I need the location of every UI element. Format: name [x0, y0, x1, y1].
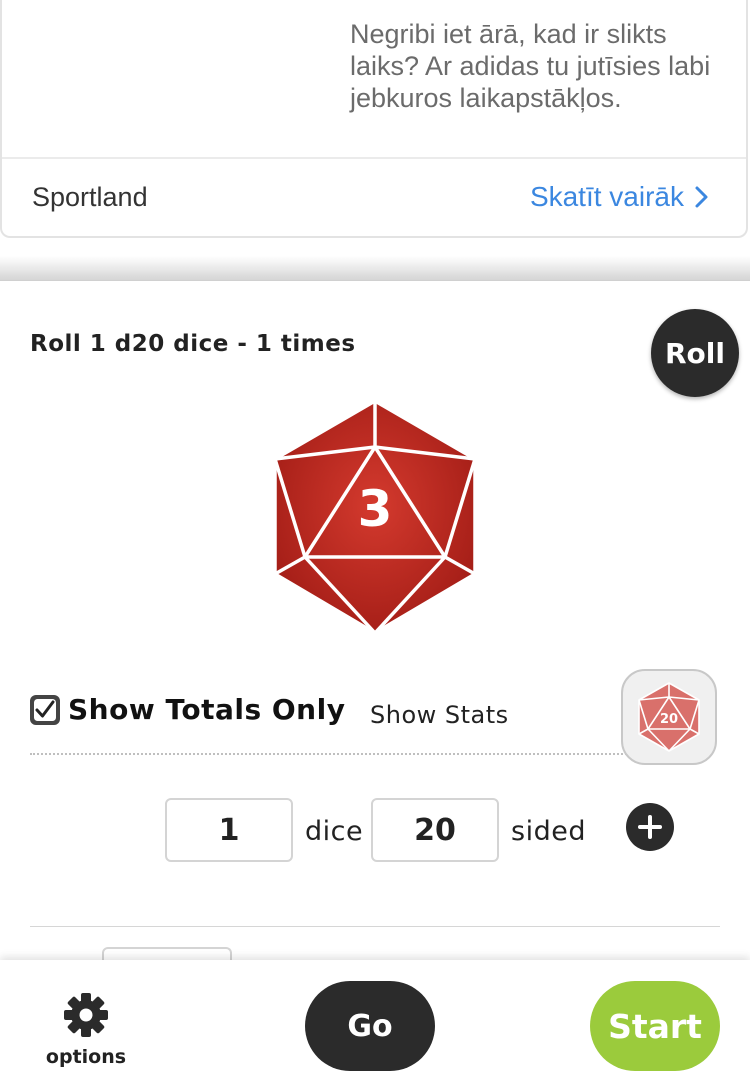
- ad-card[interactable]: Negribi iet ārā, kad ir slikts laiks? Ar…: [0, 0, 748, 238]
- ad-brand: Sportland: [32, 182, 148, 212]
- bottom-toolbar: options Go Start: [0, 960, 750, 1080]
- section-divider: [30, 926, 720, 927]
- roll-title: Roll 1 d20 dice - 1 times: [30, 331, 356, 357]
- d20-icon: 20: [638, 682, 700, 752]
- plus-icon: [638, 815, 662, 839]
- die-type-selector[interactable]: 20: [621, 669, 717, 765]
- sided-label: sided: [511, 816, 586, 847]
- ad-text: Negribi iet ārā, kad ir slikts laiks? Ar…: [350, 19, 711, 113]
- checkmark-icon: [33, 698, 57, 722]
- start-button[interactable]: Start: [590, 981, 720, 1071]
- show-totals-checkbox[interactable]: [30, 695, 60, 725]
- die-result-value: 3: [358, 480, 393, 538]
- panel-shadow: [0, 256, 750, 282]
- ad-divider: [2, 157, 746, 159]
- add-dice-button[interactable]: [626, 803, 674, 851]
- dice-label: dice: [305, 816, 364, 847]
- gear-icon: [64, 993, 108, 1037]
- options-row: Show Totals Only Show Stats: [30, 693, 720, 755]
- show-stats-link[interactable]: Show Stats: [370, 701, 509, 729]
- options-label: options: [45, 1046, 127, 1068]
- show-totals-label[interactable]: Show Totals Only: [68, 693, 345, 726]
- d20-die-result[interactable]: 3: [270, 399, 480, 635]
- roll-button[interactable]: Roll: [651, 309, 739, 397]
- go-button[interactable]: Go: [305, 981, 435, 1071]
- chevron-right-icon: [695, 186, 708, 208]
- die-type-label: 20: [660, 712, 678, 727]
- dice-count-input[interactable]: [165, 798, 293, 862]
- dice-sides-input[interactable]: [371, 798, 499, 862]
- ad-more-label: Skatīt vairāk: [529, 181, 684, 212]
- options-button[interactable]: options: [34, 986, 138, 1070]
- ad-more-link[interactable]: Skatīt vairāk: [530, 181, 710, 213]
